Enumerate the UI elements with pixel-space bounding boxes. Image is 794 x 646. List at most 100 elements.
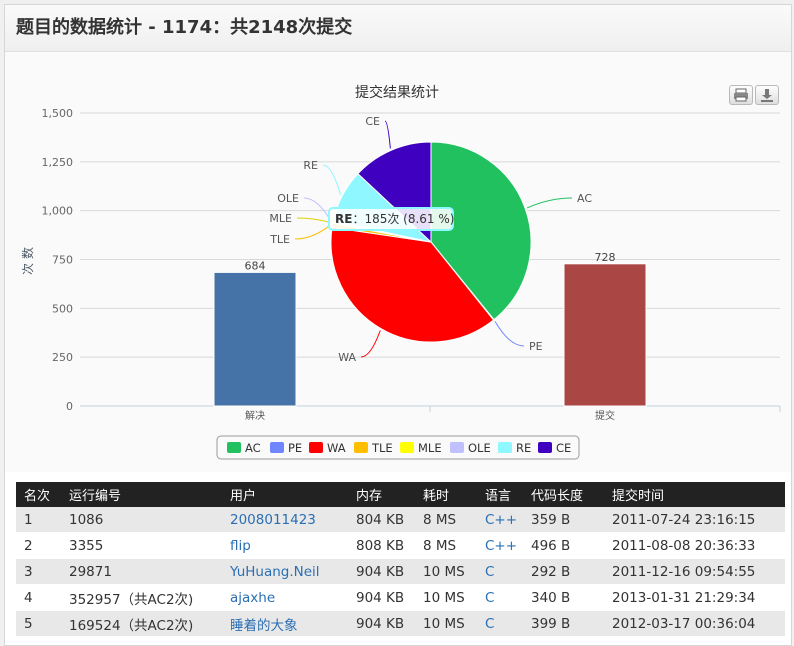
table-header-row: 名次 运行编号 用户 内存 耗时 语言 代码长度 提交时间 <box>16 482 785 507</box>
y-tick-label: 250 <box>52 351 73 364</box>
legend-item[interactable]: TLE <box>371 441 393 455</box>
language-link[interactable]: C++ <box>485 538 517 554</box>
submit-time-cell: 2011-08-08 20:36:33 <box>604 532 785 559</box>
user-link[interactable]: flip <box>230 538 251 554</box>
legend-swatch[interactable] <box>538 442 552 453</box>
tooltip-label: RE <box>335 212 352 226</box>
download-icon <box>761 89 773 102</box>
table-row: 5 169524（共AC2次) 睡着的大象 904 KB 10 MS C 399… <box>16 610 785 637</box>
code-length-cell: 340 B <box>523 584 604 611</box>
tooltip-value: ：185次 (8.61 %) <box>352 212 454 226</box>
memory-cell: 904 KB <box>348 558 415 585</box>
user-link[interactable]: YuHuang.Neil <box>230 564 320 580</box>
submit-time-cell: 2012-03-17 00:36:04 <box>604 610 785 637</box>
user-link[interactable]: 睡着的大象 <box>230 618 298 634</box>
memory-cell: 904 KB <box>348 610 415 637</box>
legend-item[interactable]: PE <box>288 441 302 455</box>
run-id-cell: 352957（共AC2次) <box>61 584 222 611</box>
col-header: 名次 <box>16 482 61 507</box>
run-id-cell: 1086 <box>61 507 222 533</box>
y-tick-label: 1,000 <box>42 205 74 218</box>
col-header: 代码长度 <box>523 482 604 507</box>
col-header: 内存 <box>348 482 415 507</box>
pie-label: WA <box>338 351 356 364</box>
col-header: 运行编号 <box>61 482 222 507</box>
pie-label: RE <box>303 159 318 172</box>
pie-label: AC <box>577 192 592 205</box>
pie-connector <box>526 197 573 209</box>
pie-connector <box>384 120 391 149</box>
print-button[interactable] <box>729 85 753 105</box>
print-icon <box>734 88 748 102</box>
time-cell: 8 MS <box>415 532 477 559</box>
time-cell: 8 MS <box>415 507 477 533</box>
memory-cell: 808 KB <box>348 532 415 559</box>
page-title: 题目的数据统计 - 1174：共2148次提交 <box>16 17 353 38</box>
rank-cell: 1 <box>16 507 61 533</box>
pie-connector <box>296 217 331 224</box>
rank-cell: 4 <box>16 584 61 611</box>
y-tick-label: 0 <box>66 400 73 413</box>
panel-header: 题目的数据统计 - 1174：共2148次提交 <box>5 5 791 52</box>
pie-label: CE <box>365 115 380 128</box>
legend-swatch[interactable] <box>354 442 368 453</box>
submit-time-cell: 2011-07-24 23:16:15 <box>604 507 785 533</box>
stats-panel: 题目的数据统计 - 1174：共2148次提交 0 250 500 750 1,000 1… <box>4 4 792 646</box>
legend-item[interactable]: RE <box>516 441 531 455</box>
legend-swatch[interactable] <box>450 442 464 453</box>
bar-value-label: 684 <box>245 259 266 272</box>
col-header: 用户 <box>222 482 348 507</box>
bar[interactable] <box>213 271 297 407</box>
pie-connector <box>494 321 525 347</box>
legend-swatch[interactable] <box>309 442 323 453</box>
y-tick-label: 1,250 <box>42 156 74 169</box>
language-link[interactable]: C <box>485 616 494 632</box>
user-link[interactable]: 2008011423 <box>230 512 316 528</box>
legend-item[interactable]: WA <box>327 441 346 455</box>
chart-area: 0 250 500 750 1,000 1,250 1,500 次数 684 解决 728 提交 提交结… <box>5 52 791 472</box>
language-link[interactable]: C <box>485 564 494 580</box>
legend-item[interactable]: MLE <box>418 441 442 455</box>
language-link[interactable]: C <box>485 590 494 606</box>
bar[interactable] <box>563 263 647 407</box>
legend-item[interactable]: AC <box>245 441 261 455</box>
time-cell: 10 MS <box>415 610 477 637</box>
rank-cell: 2 <box>16 532 61 559</box>
run-id-cell: 169524（共AC2次) <box>61 610 222 637</box>
col-header: 耗时 <box>415 482 477 507</box>
legend-swatch[interactable] <box>227 442 241 453</box>
code-length-cell: 496 B <box>523 532 604 559</box>
download-button[interactable] <box>755 85 779 105</box>
time-cell: 10 MS <box>415 558 477 585</box>
chart-title: 提交结果统计 <box>355 84 439 101</box>
pie-connector <box>360 330 381 358</box>
run-id-cell: 3355 <box>61 532 222 559</box>
pie-label: MLE <box>269 212 292 225</box>
pie-label: OLE <box>277 192 299 205</box>
memory-cell: 904 KB <box>348 584 415 611</box>
submit-time-cell: 2011-12-16 09:54:55 <box>604 558 785 585</box>
pie-connector <box>322 164 342 195</box>
user-link[interactable]: ajaxhe <box>230 590 275 606</box>
language-link[interactable]: C++ <box>485 512 517 528</box>
legend-swatch[interactable] <box>498 442 512 453</box>
code-length-cell: 399 B <box>523 610 604 637</box>
legend-swatch[interactable] <box>270 442 284 453</box>
y-tick-label: 500 <box>52 302 73 315</box>
table-row: 2 3355 flip 808 KB 8 MS C++ 496 B 2011-0… <box>16 532 785 559</box>
table-row: 3 29871 YuHuang.Neil 904 KB 10 MS C 292 … <box>16 558 785 585</box>
table-row: 4 352957（共AC2次) ajaxhe 904 KB 10 MS C 34… <box>16 584 785 611</box>
code-length-cell: 359 B <box>523 507 604 533</box>
x-tick-label: 解决 <box>245 409 265 422</box>
pie-label: TLE <box>269 233 290 246</box>
pie-connector <box>303 197 332 222</box>
memory-cell: 804 KB <box>348 507 415 533</box>
y-axis-title: 次数 <box>20 243 35 275</box>
ranking-table: 名次 运行编号 用户 内存 耗时 语言 代码长度 提交时间 1 1086 200… <box>16 482 785 637</box>
legend-item[interactable]: OLE <box>468 441 491 455</box>
legend-item[interactable]: CE <box>556 441 571 455</box>
y-tick-label: 750 <box>52 254 73 267</box>
rank-cell: 3 <box>16 558 61 585</box>
legend-swatch[interactable] <box>400 442 414 453</box>
stats-chart: 0 250 500 750 1,000 1,250 1,500 次数 684 解决 728 提交 提交结… <box>20 84 781 460</box>
